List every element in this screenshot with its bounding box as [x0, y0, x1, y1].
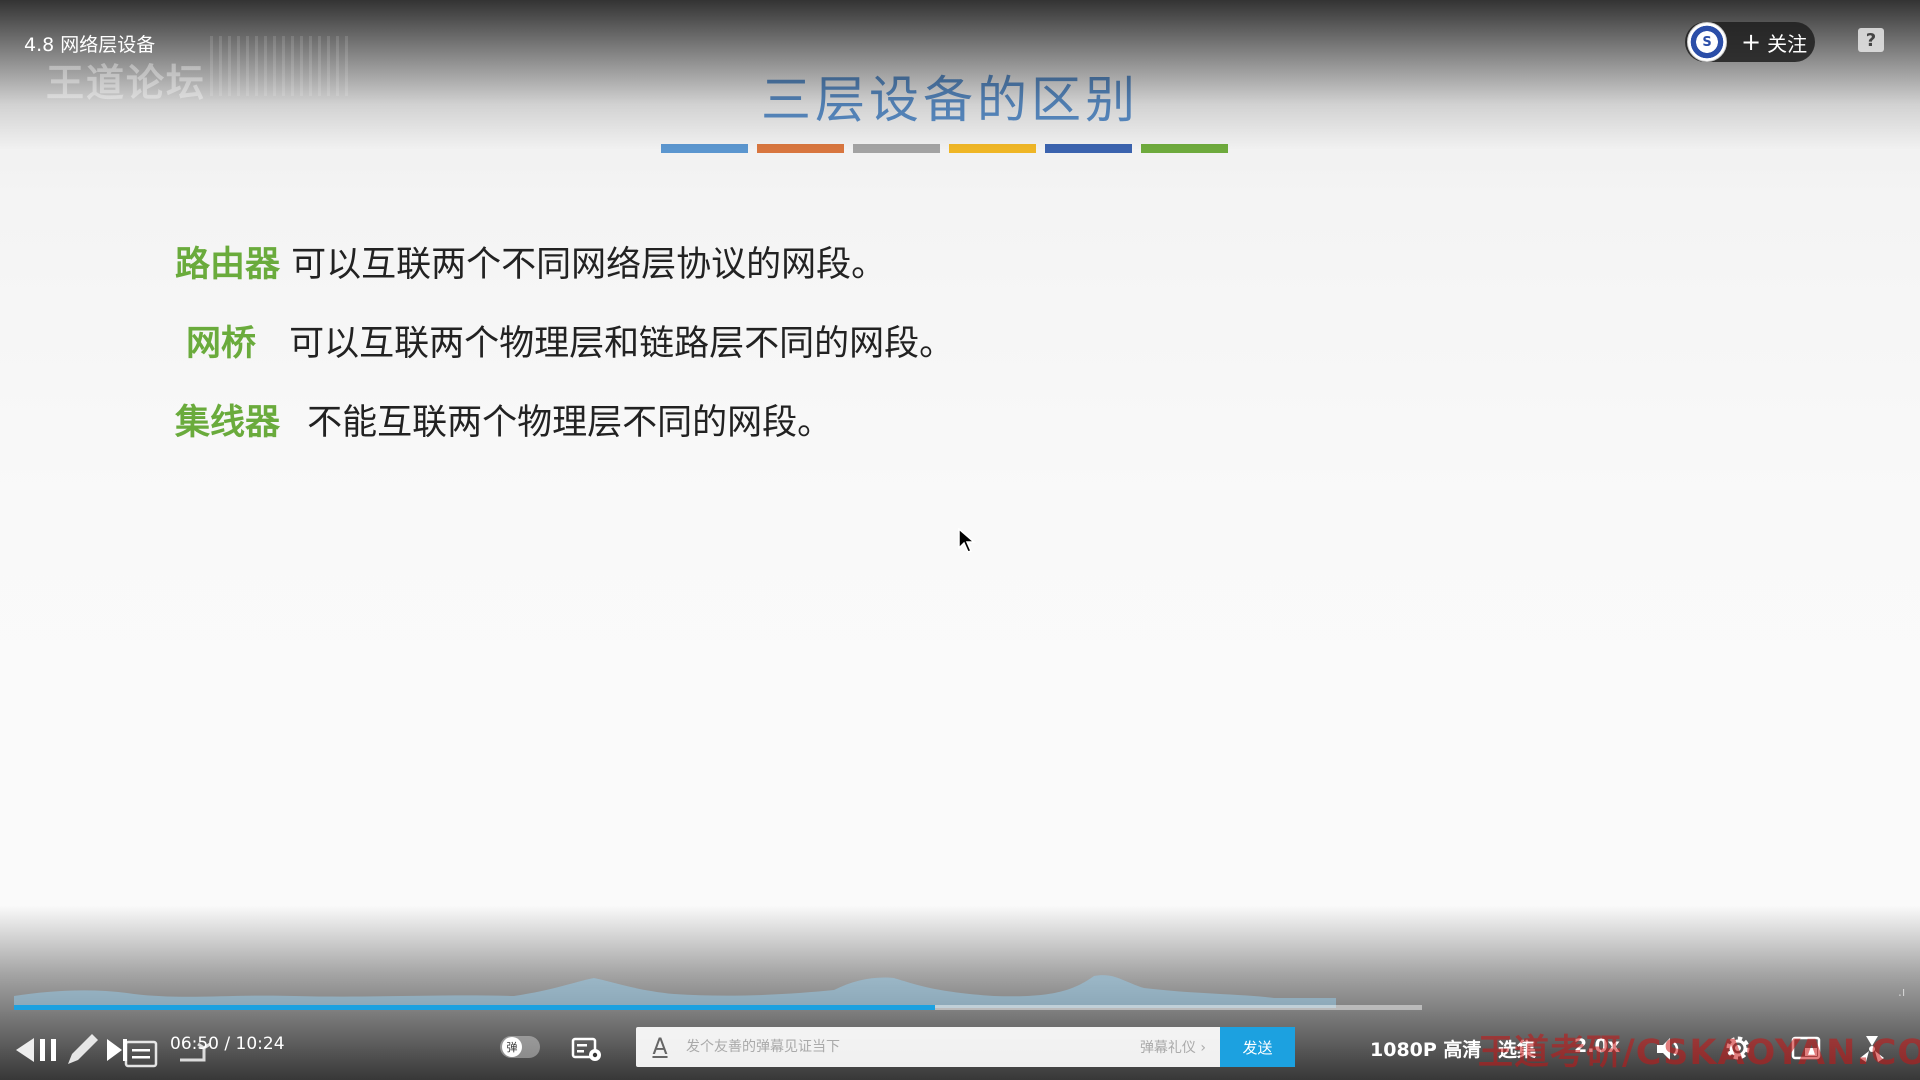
forum-watermark: 王道论坛	[46, 61, 207, 105]
danmaku-input[interactable]	[684, 1038, 1108, 1056]
pen-icon[interactable]	[62, 1030, 102, 1070]
title-color-bars	[661, 144, 1228, 153]
current-time: 06:50	[170, 1034, 219, 1054]
follow-button[interactable]: + 关注	[1741, 28, 1807, 57]
send-button[interactable]: 发送	[1220, 1027, 1295, 1067]
time-separator: /	[224, 1034, 231, 1054]
danmaku-settings-icon[interactable]	[570, 1034, 604, 1064]
title-color-bar-2	[757, 144, 844, 153]
title-color-bar-1	[661, 144, 748, 153]
title-color-bar-5	[1045, 144, 1132, 153]
episode-button[interactable]: 选集	[1498, 1035, 1536, 1062]
danmaku-etiquette-link[interactable]: 弹幕礼仪 ›	[1140, 1037, 1206, 1057]
line-text-router: 可以互联两个不同网络层协议的网段。	[291, 245, 887, 285]
uploader-follow-pill[interactable]: S + 关注	[1685, 22, 1815, 62]
danmaku-density-graph	[14, 975, 1336, 1008]
title-color-bar-6	[1141, 144, 1228, 153]
mouse-cursor-icon	[958, 528, 976, 553]
help-icon[interactable]: ?	[1858, 28, 1884, 52]
video-title: 4.8 网络层设备	[24, 34, 156, 56]
video-player[interactable]: 三层设备的区别 路由器 可以互联两个不同网络层协议的网段。 网桥 可以互联两个物…	[0, 0, 1920, 1080]
previous-icon[interactable]	[10, 1036, 36, 1064]
line-text-hub: 不能互联两个物理层不同的网段。	[307, 403, 833, 443]
picture-in-picture-icon[interactable]	[1790, 1034, 1824, 1064]
danmaku-toggle[interactable]: 弹	[500, 1036, 540, 1058]
slide-line-bridge: 网桥 可以互联两个物理层和链路层不同的网段。	[175, 315, 954, 366]
follow-label: 关注	[1767, 31, 1808, 56]
quality-button[interactable]: 1080P 高清	[1370, 1035, 1481, 1062]
pause-icon[interactable]	[36, 1036, 60, 1064]
progress-bar[interactable]	[14, 1005, 1422, 1010]
line-text-bridge: 可以互联两个物理层和链路层不同的网段。	[289, 324, 955, 364]
term-router: 路由器	[175, 244, 281, 285]
term-hub: 集线器	[175, 402, 281, 443]
term-bridge: 网桥	[186, 323, 257, 364]
slide-line-hub: 集线器 不能互联两个物理层不同的网段。	[175, 394, 832, 445]
slide-line-router: 路由器 可以互联两个不同网络层协议的网段。	[175, 236, 886, 287]
time-display: 06:50 / 10:24	[170, 1034, 285, 1054]
title-color-bar-4	[949, 144, 1036, 153]
uploader-avatar[interactable]: S	[1687, 22, 1727, 62]
gear-icon[interactable]	[1722, 1032, 1754, 1064]
playlist-icon[interactable]	[124, 1038, 158, 1068]
danmaku-style-icon[interactable]: A	[648, 1035, 672, 1060]
corner-mark: .ı	[1898, 985, 1906, 999]
danmaku-input-box[interactable]: A 弹幕礼仪 ›	[636, 1027, 1220, 1067]
volume-icon[interactable]	[1654, 1034, 1684, 1064]
forum-watermark-art	[210, 36, 350, 96]
danmaku-toggle-knob: 弹	[502, 1037, 522, 1057]
title-color-bar-3	[853, 144, 940, 153]
duration: 10:24	[235, 1034, 285, 1054]
speed-button[interactable]: 2.0x	[1574, 1035, 1620, 1057]
progress-played	[14, 1005, 935, 1010]
plus-icon: +	[1741, 28, 1762, 56]
fullscreen-icon[interactable]	[1856, 1032, 1888, 1064]
